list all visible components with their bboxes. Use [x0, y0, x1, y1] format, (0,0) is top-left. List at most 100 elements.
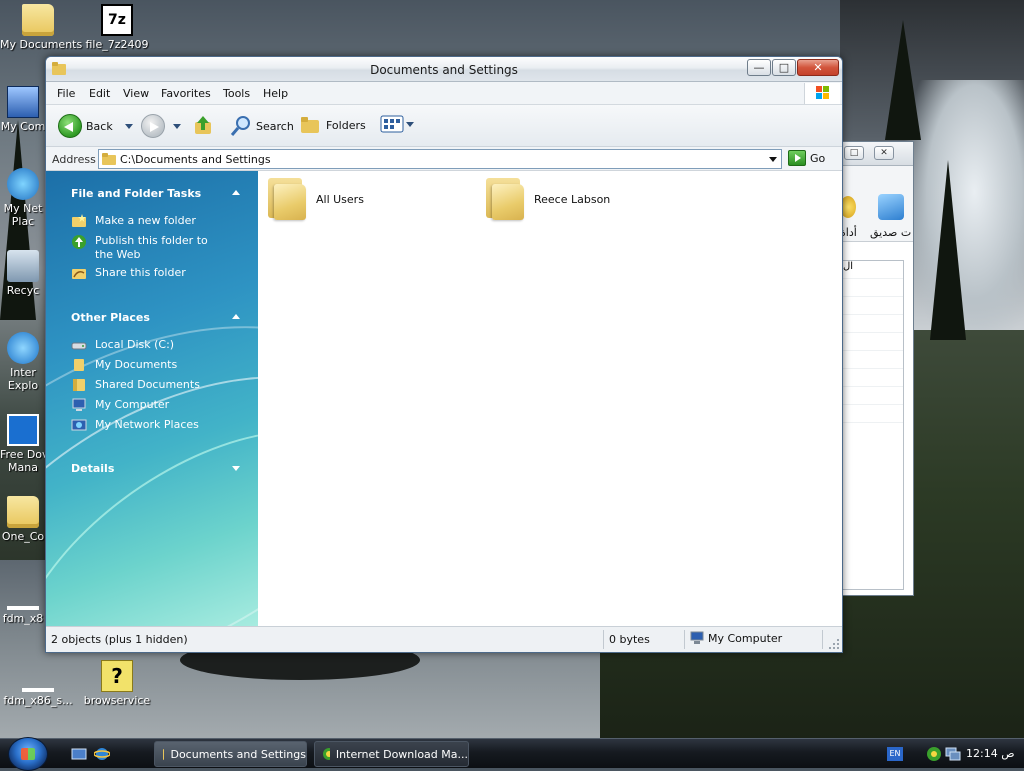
computer-icon — [690, 631, 704, 644]
views-button[interactable] — [380, 114, 414, 134]
hard-drive-icon — [71, 338, 87, 352]
new-folder-icon — [71, 214, 87, 228]
up-folder-button[interactable] — [193, 114, 215, 136]
fdm-icon — [7, 414, 39, 446]
menu-tools[interactable]: Tools — [223, 87, 250, 100]
forward-button[interactable] — [141, 114, 181, 138]
desktop-icon-my-computer[interactable]: My Com — [0, 86, 46, 133]
address-dropdown[interactable] — [765, 150, 781, 168]
friend-icon — [878, 194, 904, 220]
desktop-icon-internet-explorer[interactable]: Inter Explo — [0, 332, 46, 392]
expand-icon[interactable] — [232, 466, 240, 471]
task-publish-folder[interactable]: Publish this folder to the Web — [71, 234, 225, 262]
desktop-icon-free-download-manager[interactable]: Free Dov Mana — [0, 414, 46, 474]
network-icon — [71, 418, 87, 432]
menu-help[interactable]: Help — [263, 87, 288, 100]
folder-icon — [484, 178, 524, 220]
window-body: File and Folder Tasks Make a new folder … — [46, 171, 842, 628]
chevron-down-icon[interactable] — [173, 123, 181, 129]
status-object-count: 2 objects (plus 1 hidden) — [51, 633, 188, 646]
file-list[interactable]: All Users Reece Labson — [258, 171, 842, 628]
folder-item[interactable]: All Users — [266, 178, 364, 220]
network-status-icon[interactable] — [945, 746, 961, 762]
collapse-icon[interactable] — [232, 314, 240, 319]
other-places-header[interactable]: Other Places — [71, 311, 150, 324]
menu-file[interactable]: File — [57, 87, 75, 100]
background-window-list[interactable]: ال — [842, 260, 904, 590]
details-header[interactable]: Details — [71, 462, 114, 475]
internet-explorer-icon[interactable] — [94, 746, 110, 762]
publish-web-icon — [71, 234, 87, 249]
menu-favorites[interactable]: Favorites — [161, 87, 211, 100]
place-my-documents[interactable]: My Documents — [71, 358, 225, 372]
address-label: Address — [52, 153, 96, 166]
desktop-icon-fdm-installer[interactable]: fdm_x8 — [0, 578, 46, 625]
seven-zip-badge: 7z — [108, 12, 126, 28]
collapse-icon[interactable] — [232, 190, 240, 195]
folders-icon — [301, 117, 319, 133]
desktop-icon-file-7z[interactable]: 7z file_7z2409 — [79, 4, 155, 51]
close-button[interactable]: ✕ — [874, 146, 894, 160]
minimize-button[interactable]: — — [747, 59, 771, 76]
list-header: ال — [843, 261, 903, 279]
show-desktop-icon[interactable] — [71, 746, 87, 762]
desktop-icon-network-places[interactable]: My Net Plac — [0, 168, 46, 228]
desktop-icon-one-co[interactable]: One_Co — [0, 496, 46, 543]
address-bar: Address C:\Documents and Settings Go — [46, 147, 842, 171]
menu-view[interactable]: View — [123, 87, 149, 100]
forward-arrow-icon — [141, 114, 165, 138]
search-button[interactable]: Search — [229, 114, 294, 138]
place-local-disk[interactable]: Local Disk (C:) — [71, 338, 225, 352]
toolbar-friend-label[interactable]: ت صديق — [870, 226, 911, 239]
list-row[interactable] — [843, 405, 903, 423]
tray-download-icon[interactable] — [925, 745, 943, 763]
desktop-icon-my-documents[interactable]: My Documents — [0, 4, 82, 51]
language-indicator[interactable]: EN — [887, 747, 903, 761]
title-bar[interactable]: Documents and Settings — □ ✕ — [46, 57, 842, 82]
folders-button[interactable]: Folders — [299, 114, 366, 136]
list-row[interactable] — [843, 387, 903, 405]
computer-icon — [7, 86, 39, 118]
taskbar-item-internet-download-manager[interactable]: Internet Download Ma... — [314, 741, 469, 767]
task-share-folder[interactable]: Share this folder — [71, 266, 225, 280]
clock[interactable]: 12:14 ص — [966, 747, 1015, 760]
list-row[interactable] — [843, 279, 903, 297]
task-make-new-folder[interactable]: Make a new folder — [71, 214, 225, 228]
menu-bar: File Edit View Favorites Tools Help — [46, 82, 842, 105]
desktop-icon-recycle-bin[interactable]: Recyc — [0, 250, 46, 297]
menu-edit[interactable]: Edit — [89, 87, 110, 100]
place-my-computer[interactable]: My Computer — [71, 398, 225, 412]
close-button[interactable]: ✕ — [797, 59, 839, 76]
taskbar-item-documents-and-settings[interactable]: Documents and Settings — [154, 741, 307, 767]
chevron-down-icon[interactable] — [124, 123, 133, 129]
desktop-icon-fdm-setup[interactable]: fdm_x86_s... — [0, 660, 76, 707]
list-row[interactable] — [843, 297, 903, 315]
folder-icon — [7, 496, 39, 528]
download-manager-icon — [323, 748, 330, 760]
resize-grip-icon[interactable] — [828, 638, 840, 650]
go-button[interactable]: Go — [788, 150, 825, 166]
taskbar: Documents and Settings Internet Download… — [0, 737, 1024, 771]
address-input[interactable]: C:\Documents and Settings — [98, 149, 782, 169]
restore-button[interactable]: □ — [844, 146, 864, 160]
place-my-network-places[interactable]: My Network Places — [71, 418, 225, 432]
place-shared-documents[interactable]: Shared Documents — [71, 378, 225, 392]
background-window[interactable]: □ ✕ أداة ت صديق ال — [840, 141, 914, 596]
list-row[interactable] — [843, 369, 903, 387]
start-button[interactable] — [8, 737, 48, 771]
file-folder-tasks-header[interactable]: File and Folder Tasks — [71, 187, 201, 200]
download-icon — [22, 660, 54, 692]
recycle-bin-icon — [7, 250, 39, 282]
list-row[interactable] — [843, 315, 903, 333]
list-row[interactable] — [843, 351, 903, 369]
folder-icon — [266, 178, 306, 220]
maximize-button[interactable]: □ — [772, 59, 796, 76]
internet-explorer-icon — [7, 332, 39, 364]
go-arrow-icon — [788, 150, 806, 166]
background-window-titlebar[interactable]: □ ✕ — [842, 142, 913, 166]
desktop-icon-browservice[interactable]: ? browservice — [79, 660, 155, 707]
list-row[interactable] — [843, 333, 903, 351]
back-button[interactable]: Back — [58, 114, 133, 138]
explorer-window[interactable]: Documents and Settings — □ ✕ File Edit V… — [45, 56, 843, 653]
folder-item[interactable]: Reece Labson — [484, 178, 610, 220]
